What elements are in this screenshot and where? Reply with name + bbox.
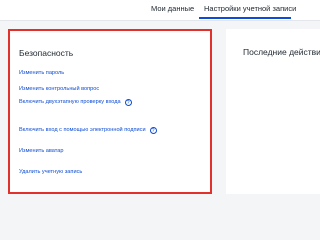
tab-account-settings[interactable]: Настройки учетной записи bbox=[204, 4, 296, 13]
link-row-change-avatar: Изменить аватар bbox=[19, 146, 64, 156]
security-section-title: Безопасность bbox=[19, 48, 74, 58]
change-avatar-link[interactable]: Изменить аватар bbox=[19, 148, 64, 154]
delete-account-link[interactable]: Удалить учетную запись bbox=[19, 169, 82, 175]
link-row-delete-account: Удалить учетную запись bbox=[19, 167, 82, 177]
enable-e-signature-login-link[interactable]: Включить вход с помощью электронной подп… bbox=[19, 127, 146, 133]
link-row-change-security-question: Изменить контрольный вопрос bbox=[19, 84, 99, 94]
link-row-change-password: Изменить пароль bbox=[19, 68, 64, 78]
link-row-e-signature: Включить вход с помощью электронной подп… bbox=[19, 125, 157, 135]
link-row-two-step: Включить двухэтапную проверку входа ? bbox=[19, 97, 132, 107]
top-tabs-bar: Мои данные Настройки учетной записи bbox=[0, 0, 320, 21]
help-icon[interactable]: ? bbox=[149, 126, 157, 134]
change-password-link[interactable]: Изменить пароль bbox=[19, 70, 64, 76]
security-card: Безопасность Изменить пароль Изменить ко… bbox=[8, 29, 212, 194]
recent-activity-title: Последние действия bbox=[243, 47, 320, 57]
tab-my-data[interactable]: Мои данные bbox=[151, 4, 194, 13]
change-security-question-link[interactable]: Изменить контрольный вопрос bbox=[19, 86, 99, 92]
enable-two-step-verification-link[interactable]: Включить двухэтапную проверку входа bbox=[19, 99, 121, 105]
active-tab-indicator bbox=[199, 17, 291, 19]
recent-activity-card: Последние действия bbox=[226, 29, 320, 194]
help-icon[interactable]: ? bbox=[124, 98, 132, 106]
